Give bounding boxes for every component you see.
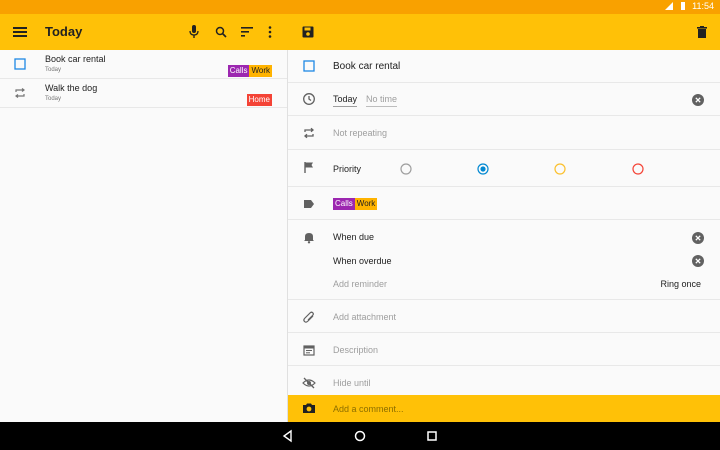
task-due: Today bbox=[45, 67, 62, 73]
attachment-row[interactable]: Add attachment bbox=[288, 300, 720, 333]
comment-input[interactable]: Add a comment... bbox=[333, 404, 404, 414]
flag-icon bbox=[304, 162, 313, 173]
task-title-input[interactable]: Book car rental bbox=[333, 61, 400, 72]
repeat-row[interactable]: Not repeating bbox=[288, 116, 720, 150]
remove-reminder-icon[interactable] bbox=[692, 232, 704, 244]
priority-label: Priority bbox=[333, 164, 362, 174]
system-nav-bar bbox=[0, 422, 720, 450]
calendar-icon bbox=[303, 345, 315, 356]
comment-bar: Add a comment... bbox=[288, 395, 720, 422]
signal-icon bbox=[665, 2, 674, 10]
due-row: Today No time bbox=[288, 83, 720, 116]
task-due: Today bbox=[45, 96, 62, 102]
repeat-label: Not repeating bbox=[333, 128, 388, 138]
clear-icon[interactable] bbox=[692, 94, 704, 106]
label-icon bbox=[304, 200, 314, 208]
priority-row: Priority bbox=[288, 150, 720, 187]
task-title: Book car rental bbox=[45, 54, 106, 64]
overflow-menu-icon[interactable] bbox=[261, 23, 279, 41]
sort-icon[interactable] bbox=[238, 23, 256, 41]
menu-icon[interactable] bbox=[11, 23, 29, 41]
hide-until-label: Hide until bbox=[333, 378, 371, 388]
reminder-item[interactable]: When due bbox=[333, 232, 374, 242]
search-icon[interactable] bbox=[212, 23, 230, 41]
checkbox-icon[interactable] bbox=[302, 59, 316, 73]
bell-icon bbox=[304, 233, 314, 244]
hide-until-row[interactable]: Hide until bbox=[288, 366, 720, 395]
status-bar: 11:54 bbox=[0, 0, 720, 14]
description-input[interactable]: Description bbox=[333, 345, 378, 355]
tag-list: Calls Work bbox=[333, 198, 378, 210]
camera-icon[interactable] bbox=[302, 401, 316, 415]
tag-chip: Calls bbox=[227, 65, 250, 77]
paperclip-icon bbox=[303, 311, 314, 323]
priority-low-radio[interactable] bbox=[477, 163, 489, 175]
task-row[interactable]: Walk the dog Today Home bbox=[0, 79, 287, 108]
back-icon[interactable] bbox=[281, 429, 295, 443]
task-tags: Home bbox=[246, 94, 272, 106]
add-reminder-button[interactable]: Add reminder bbox=[333, 279, 387, 289]
clock-icon bbox=[303, 93, 315, 105]
priority-high-radio[interactable] bbox=[632, 163, 644, 175]
page-title: Today bbox=[45, 24, 83, 39]
description-row[interactable]: Description bbox=[288, 333, 720, 366]
edit-app-bar bbox=[288, 14, 720, 50]
due-time-field[interactable]: No time bbox=[366, 94, 398, 107]
status-time: 11:54 bbox=[692, 1, 714, 11]
task-title: Walk the dog bbox=[45, 83, 98, 93]
checkbox-icon[interactable] bbox=[14, 58, 26, 70]
due-date-field[interactable]: Today bbox=[333, 94, 358, 107]
reminders-row: When due When overdue Add reminder Ring … bbox=[288, 220, 720, 300]
list-app-bar: Today bbox=[0, 14, 288, 50]
home-icon[interactable] bbox=[353, 429, 367, 443]
priority-none-radio[interactable] bbox=[400, 163, 412, 175]
tag-chip: Work bbox=[249, 65, 272, 77]
reminder-item[interactable]: When overdue bbox=[333, 256, 392, 266]
task-tags: Calls Work bbox=[227, 65, 272, 77]
visibility-off-icon bbox=[302, 377, 316, 389]
task-edit-panel: Book car rental Today No time Not repeat… bbox=[288, 50, 720, 395]
tags-row[interactable]: Calls Work bbox=[288, 187, 720, 220]
microphone-icon[interactable] bbox=[185, 23, 203, 41]
save-icon[interactable] bbox=[299, 23, 317, 41]
battery-icon bbox=[681, 2, 686, 10]
delete-icon[interactable] bbox=[693, 23, 711, 41]
title-row: Book car rental bbox=[288, 50, 720, 83]
priority-medium-radio[interactable] bbox=[554, 163, 566, 175]
repeat-icon bbox=[303, 127, 315, 139]
tag-chip: Calls bbox=[333, 198, 355, 210]
tag-chip: Home bbox=[246, 94, 272, 106]
recents-icon[interactable] bbox=[425, 429, 439, 443]
remove-reminder-icon[interactable] bbox=[692, 255, 704, 267]
ring-mode-selector[interactable]: Ring once bbox=[660, 279, 701, 289]
task-list: Book car rental Today Calls Work Walk th… bbox=[0, 50, 288, 450]
repeat-icon[interactable] bbox=[14, 87, 26, 99]
task-row[interactable]: Book car rental Today Calls Work bbox=[0, 50, 287, 79]
status-icons: 11:54 bbox=[664, 1, 714, 11]
add-attachment-label: Add attachment bbox=[333, 312, 397, 322]
tag-chip: Work bbox=[354, 198, 378, 210]
